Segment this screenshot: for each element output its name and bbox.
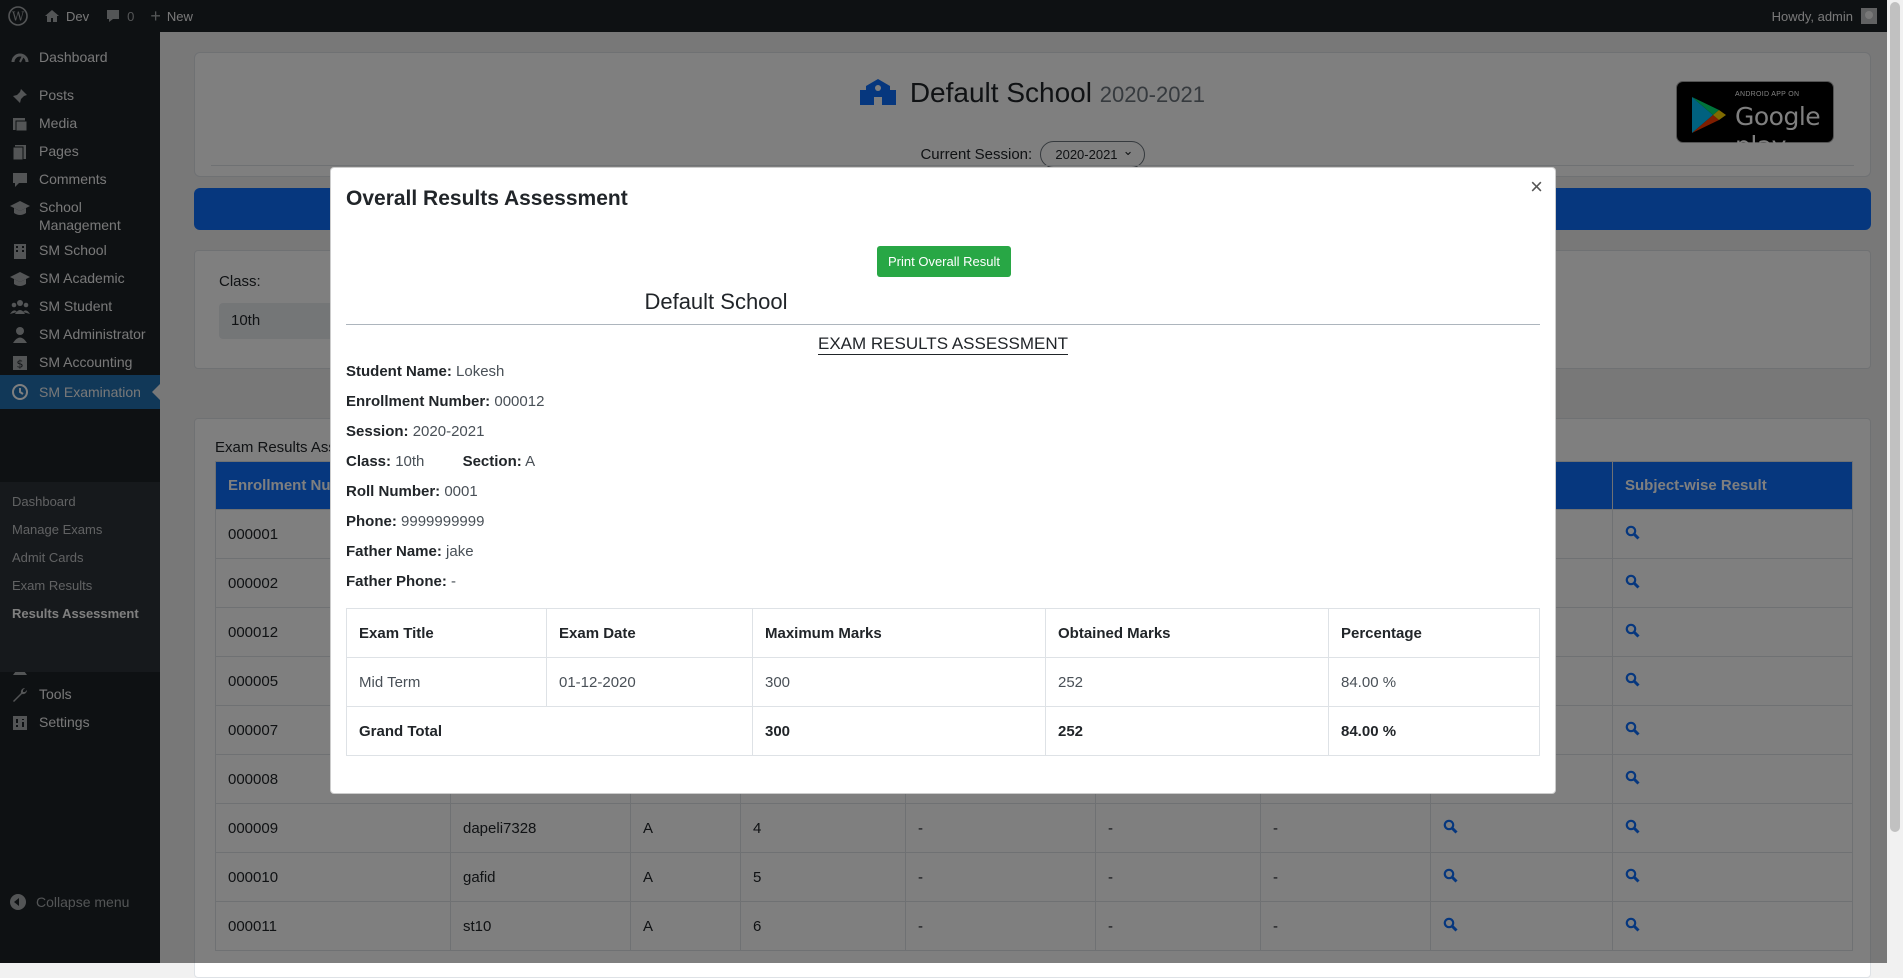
class-section-row: Class: 10th Section: A	[346, 453, 535, 470]
roll-row: Roll Number: 0001	[346, 483, 478, 500]
overall-results-modal: Overall Results Assessment × Print Overa…	[330, 167, 1556, 794]
exam-title-cell: Mid Term	[346, 657, 547, 707]
modal-title: Overall Results Assessment	[346, 187, 628, 210]
father-name-label: Father Name:	[346, 543, 442, 560]
overall-results-table: Exam Title Exam Date Maximum Marks Obtai…	[346, 608, 1540, 756]
exam-results-heading: EXAM RESULTS ASSESSMENT	[817, 334, 1069, 355]
class-info-label: Class:	[346, 453, 392, 470]
enrollment-row: Enrollment Number: 000012	[346, 393, 544, 410]
percentage-cell: 84.00 %	[1328, 657, 1540, 707]
section-value: A	[525, 453, 536, 470]
col-maximum-marks: Maximum Marks	[752, 608, 1046, 658]
print-overall-result-button[interactable]: Print Overall Result	[877, 246, 1011, 277]
modal-school-name: Default School	[644, 289, 788, 314]
col-exam-date: Exam Date	[546, 608, 753, 658]
col-percentage: Percentage	[1328, 608, 1540, 658]
grand-total-max: 300	[752, 706, 1046, 756]
phone-label: Phone:	[346, 513, 397, 530]
father-name-value: jake	[446, 543, 474, 560]
father-phone-row: Father Phone: -	[346, 573, 456, 590]
father-phone-value: -	[451, 573, 457, 590]
student-name-row: Student Name: Lokesh	[346, 363, 504, 380]
phone-row: Phone: 9999999999	[346, 513, 484, 530]
grand-total-obtained: 252	[1045, 706, 1329, 756]
enrollment-label: Enrollment Number:	[346, 393, 491, 410]
vertical-scrollbar[interactable]	[1887, 0, 1903, 963]
modal-heading: EXAM RESULTS ASSESSMENT	[331, 334, 1555, 355]
grand-total-label: Grand Total	[346, 706, 753, 756]
father-name-row: Father Name: jake	[346, 543, 474, 560]
obtained-marks-cell: 252	[1045, 657, 1329, 707]
maximum-marks-cell: 300	[752, 657, 1046, 707]
father-phone-label: Father Phone:	[346, 573, 447, 590]
scrollbar-thumb[interactable]	[1890, 2, 1900, 832]
grand-total-percentage: 84.00 %	[1328, 706, 1540, 756]
student-name-value: Lokesh	[456, 363, 505, 380]
roll-label: Roll Number:	[346, 483, 441, 500]
class-info-value: 10th	[395, 453, 425, 470]
roll-value: 0001	[444, 483, 478, 500]
col-exam-title: Exam Title	[346, 608, 547, 658]
modal-divider	[346, 324, 1540, 325]
student-name-label: Student Name:	[346, 363, 452, 380]
close-icon[interactable]: ×	[1530, 176, 1543, 198]
grand-total-row: Grand Total 300 252 84.00 %	[346, 706, 1540, 756]
session-row: Session: 2020-2021	[346, 423, 484, 440]
session-label: Session:	[346, 423, 409, 440]
session-value: 2020-2021	[412, 423, 485, 440]
section-label: Section:	[462, 453, 522, 470]
enrollment-value: 000012	[494, 393, 545, 410]
table-row: Mid Term 01-12-2020 300 252 84.00 %	[346, 657, 1540, 707]
col-obtained-marks: Obtained Marks	[1045, 608, 1329, 658]
exam-date-cell: 01-12-2020	[546, 657, 753, 707]
phone-value: 9999999999	[401, 513, 485, 530]
